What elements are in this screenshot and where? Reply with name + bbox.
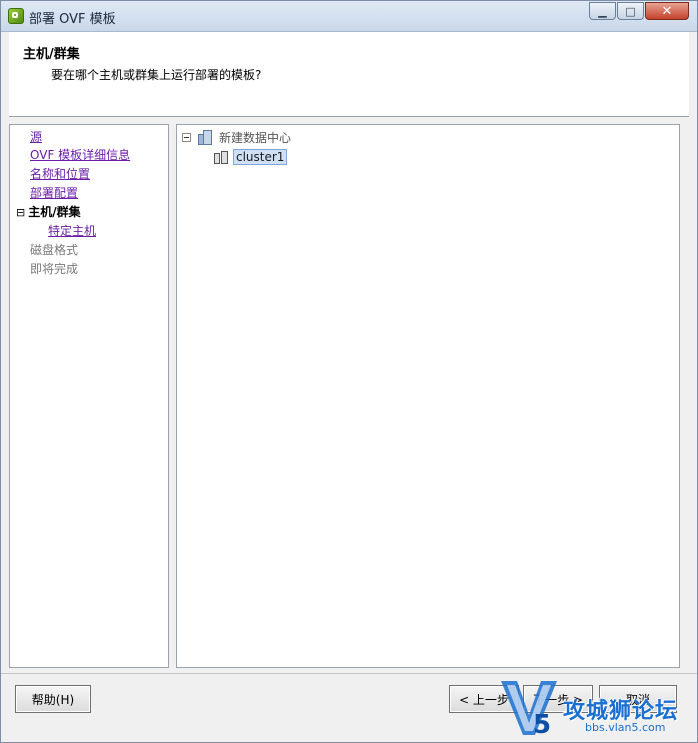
minimize-button[interactable]: ▁ — [589, 2, 616, 20]
watermark-url: bbs.vlan5.com — [585, 721, 666, 734]
vsphere-app-icon — [8, 8, 24, 24]
cancel-button[interactable]: 取消 — [599, 685, 677, 713]
wizard-header: 主机/群集 要在哪个主机或群集上运行部署的模板? — [9, 32, 689, 117]
step-description: 要在哪个主机或群集上运行部署的模板? — [51, 68, 262, 82]
datacenter-icon — [197, 129, 213, 145]
host-cluster-tree[interactable]: 新建数据中心 cluster1 — [176, 124, 680, 668]
footer-divider — [1, 673, 697, 674]
collapse-icon[interactable]: ⊟ — [16, 206, 25, 219]
nav-step-disk-format: 磁盘格式 — [30, 243, 79, 257]
window-title: 部署 OVF 模板 — [29, 12, 116, 27]
cluster-icon — [213, 150, 229, 165]
nav-step-ovf-details[interactable]: OVF 模板详细信息 — [30, 148, 130, 163]
datacenter-label: 新建数据中心 — [219, 130, 292, 145]
wizard-step-nav: 源 OVF 模板详细信息 名称和位置 部署配置 ⊟ 主机/群集 特定主机 磁盘格式… — [9, 124, 169, 668]
nav-step-host-cluster[interactable]: ⊟ 主机/群集 — [16, 205, 81, 220]
window-controls: ▁ □ ✕ — [589, 2, 689, 20]
title-bar[interactable]: 部署 OVF 模板 ▁ □ ✕ — [1, 1, 697, 32]
tree-row-datacenter[interactable]: 新建数据中心 — [182, 128, 291, 146]
nav-step-specific-host[interactable]: 特定主机 — [48, 224, 96, 239]
nav-step-deploy-config[interactable]: 部署配置 — [30, 186, 78, 201]
cluster-label[interactable]: cluster1 — [233, 149, 288, 165]
step-title: 主机/群集 — [23, 47, 80, 62]
nav-step-name-location[interactable]: 名称和位置 — [30, 167, 90, 182]
deploy-ovf-dialog: 部署 OVF 模板 ▁ □ ✕ 主机/群集 要在哪个主机或群集上运行部署的模板?… — [0, 0, 698, 743]
maximize-button[interactable]: □ — [617, 2, 644, 20]
nav-step-source[interactable]: 源 — [30, 130, 42, 145]
tree-row-cluster[interactable]: cluster1 — [213, 148, 288, 166]
nav-step-host-cluster-label: 主机/群集 — [28, 205, 81, 219]
nav-step-ready-to-complete: 即将完成 — [30, 262, 79, 276]
close-button[interactable]: ✕ — [645, 2, 689, 20]
next-button[interactable]: 下一步 > — [523, 685, 593, 713]
svg-text:5: 5 — [533, 710, 551, 739]
help-button[interactable]: 帮助(H) — [15, 685, 91, 713]
back-button[interactable]: < 上一步 — [449, 685, 519, 713]
tree-collapse-icon[interactable] — [182, 132, 191, 142]
